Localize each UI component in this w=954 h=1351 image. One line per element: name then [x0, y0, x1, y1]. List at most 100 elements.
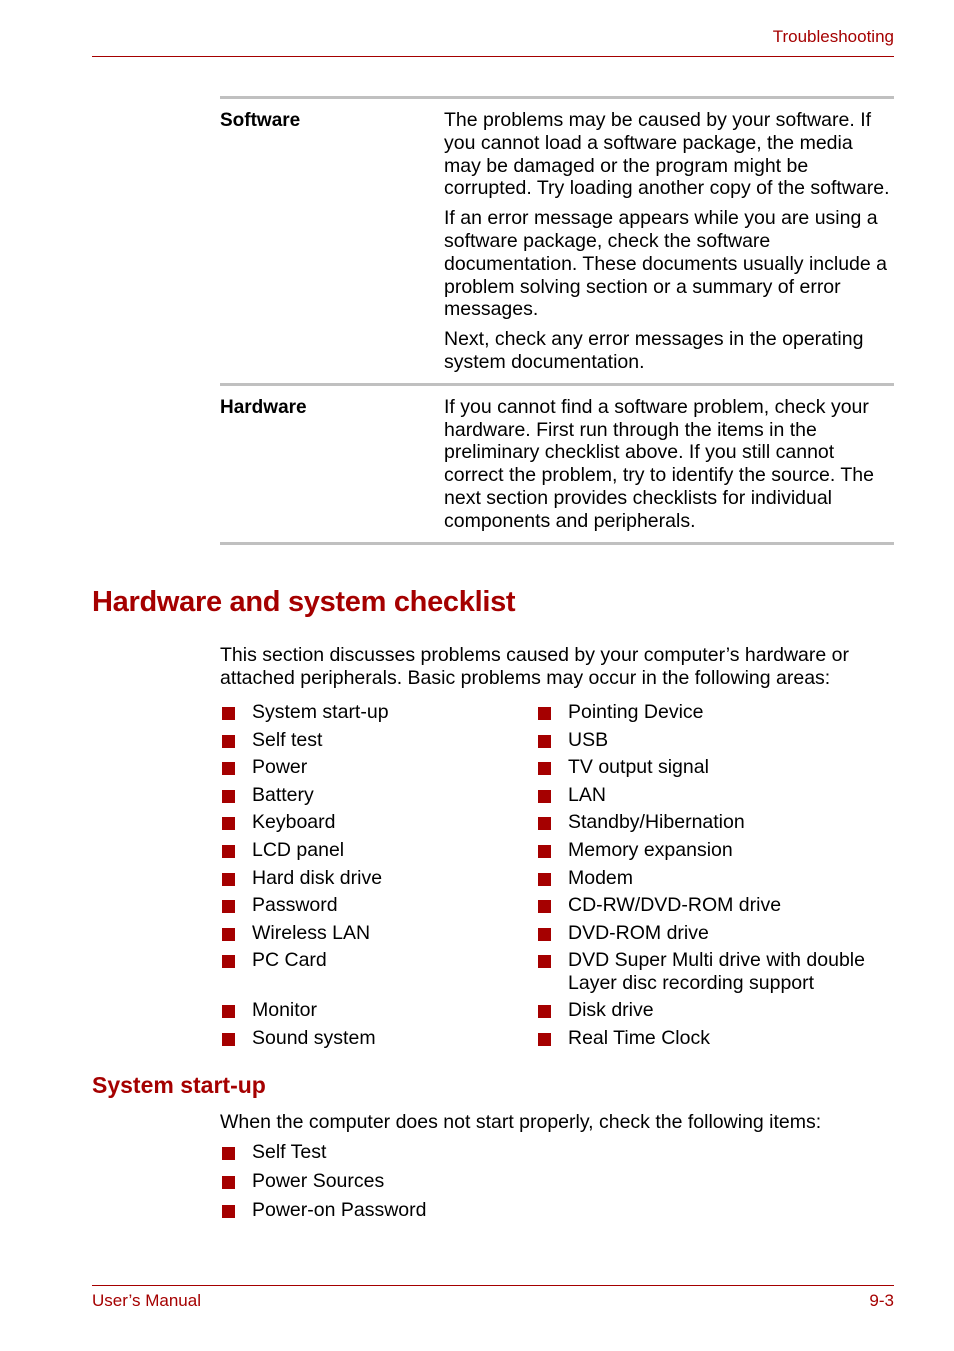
subsection-heading: System start-up — [92, 1072, 266, 1098]
bullet-square-icon — [538, 927, 551, 941]
bullet-square-icon — [222, 1004, 235, 1018]
list-item: Battery — [220, 784, 520, 807]
bullet-square-icon — [222, 844, 235, 858]
bullet-square-icon — [222, 927, 235, 941]
row-description: The problems may be caused by your softw… — [444, 109, 894, 374]
list-item: DVD-ROM drive — [536, 922, 896, 945]
row-description: If you cannot find a software problem, c… — [444, 396, 894, 533]
list-item-text: Power-on Password — [252, 1199, 427, 1221]
paragraph: If you cannot find a software problem, c… — [444, 395, 874, 532]
list-item: Modem — [536, 867, 896, 890]
list-item-text: Monitor — [252, 998, 318, 1021]
table-row-software: Software The problems may be caused by y… — [220, 96, 894, 383]
list-item: Sound system — [220, 1027, 520, 1050]
list-item-text: Battery — [252, 783, 314, 806]
list-item: Disk drive — [536, 999, 896, 1022]
bullet-square-icon — [222, 734, 235, 748]
list-item-text: Sound system — [252, 1026, 376, 1049]
list-item: Pointing Device — [536, 701, 896, 724]
bullet-square-icon — [538, 844, 551, 858]
list-item: Standby/Hibernation — [536, 811, 896, 834]
bullet-square-icon — [538, 955, 551, 969]
bullet-square-icon — [538, 762, 551, 776]
bullet-square-icon — [538, 817, 551, 831]
checklist-left-column: System start-up Self test Power Battery Keyb… — [220, 701, 520, 1054]
list-item: PC Card — [220, 949, 520, 994]
bullet-square-icon — [538, 734, 551, 748]
list-item-text: LCD panel — [252, 838, 345, 861]
bullet-square-icon — [222, 1032, 235, 1046]
list-item-text: LAN — [568, 783, 606, 806]
list-item: USB — [536, 729, 896, 752]
bullet-square-icon — [222, 762, 235, 776]
list-item: Power — [220, 756, 520, 779]
bullet-square-icon — [538, 900, 551, 914]
list-item: TV output signal — [536, 756, 896, 779]
list-item: CD-RW/DVD-ROM drive — [536, 894, 896, 917]
footer-title: User’s Manual — [92, 1291, 201, 1310]
list-item-text: System start-up — [252, 701, 389, 723]
list-item: Keyboard — [220, 811, 520, 834]
bullet-square-icon — [222, 900, 235, 914]
list-item-text: CD-RW/DVD-ROM drive — [568, 894, 782, 917]
list-item: LAN — [536, 784, 896, 807]
bullet-square-icon — [538, 1032, 551, 1046]
bullet-square-icon — [538, 1004, 551, 1018]
bullet-square-icon — [222, 1205, 235, 1218]
list-item-text: Modem — [568, 866, 634, 889]
bullet-square-icon — [222, 817, 235, 831]
troubleshooting-table: Software The problems may be caused by y… — [220, 96, 894, 545]
subsection-intro: When the computer does not start properl… — [220, 1111, 822, 1133]
bullet-square-icon — [222, 1176, 235, 1189]
list-item: System start-up — [220, 701, 520, 724]
list-item: Monitor — [220, 999, 520, 1022]
list-item-text: Memory expansion — [568, 838, 733, 861]
footer-rule — [92, 1285, 894, 1286]
list-item: Power-on Password — [220, 1199, 620, 1222]
list-item-text: PC Card — [252, 949, 327, 972]
list-item-text: Hard disk drive — [252, 866, 383, 889]
row-label: Software — [220, 110, 301, 131]
table-row-hardware: Hardware If you cannot find a software p… — [220, 382, 894, 545]
page-number: 9-3 — [869, 1291, 894, 1310]
list-item: Wireless LAN — [220, 922, 520, 945]
paragraph: Next, check any error messages in the op… — [444, 328, 864, 373]
header-rule — [92, 56, 894, 57]
list-item-text: Disk drive — [568, 998, 654, 1021]
bullet-square-icon — [222, 955, 235, 969]
list-item-text: DVD Super Multi drive with double Layer … — [568, 949, 865, 994]
bullet-square-icon — [222, 872, 235, 886]
running-header: Troubleshooting — [772, 27, 894, 46]
list-item-text: Password — [252, 894, 338, 917]
list-item-text: Standby/Hibernation — [568, 811, 745, 834]
bullet-square-icon — [222, 707, 235, 720]
list-item-text: DVD-ROM drive — [568, 921, 709, 944]
list-item: Self test — [220, 729, 520, 752]
list-item-text: TV output signal — [568, 756, 709, 779]
paragraph: The problems may be caused by your softw… — [444, 109, 890, 200]
list-item-text: Self test — [252, 728, 323, 751]
list-item-text: USB — [568, 728, 609, 751]
bullet-square-icon — [222, 1147, 235, 1160]
row-label: Hardware — [220, 396, 307, 418]
bullet-square-icon — [538, 707, 551, 720]
bullet-square-icon — [222, 789, 235, 803]
section-intro: This section discusses problems caused b… — [220, 644, 849, 689]
list-item-text: Power Sources — [252, 1170, 385, 1192]
list-item: Hard disk drive — [220, 867, 520, 890]
checklist-right-column: Pointing Device USB TV output signal LAN Sta… — [536, 701, 896, 1054]
bullet-square-icon — [538, 872, 551, 886]
list-item: Real Time Clock — [536, 1027, 896, 1050]
section-heading: Hardware and system checklist — [92, 586, 516, 618]
list-item-text: Wireless LAN — [252, 921, 371, 944]
list-item: Memory expansion — [536, 839, 896, 862]
list-item: Self Test — [220, 1141, 620, 1164]
list-item: Power Sources — [220, 1170, 620, 1193]
startup-checklist: Self Test Power Sources Power-on Password — [220, 1141, 620, 1228]
list-item: DVD Super Multi drive with double Layer … — [536, 949, 896, 994]
list-item-text: Self Test — [252, 1141, 327, 1163]
list-item-text: Keyboard — [252, 811, 336, 834]
list-item-text: Power — [252, 756, 308, 779]
list-item: LCD panel — [220, 839, 520, 862]
list-item-text: Pointing Device — [568, 701, 704, 723]
